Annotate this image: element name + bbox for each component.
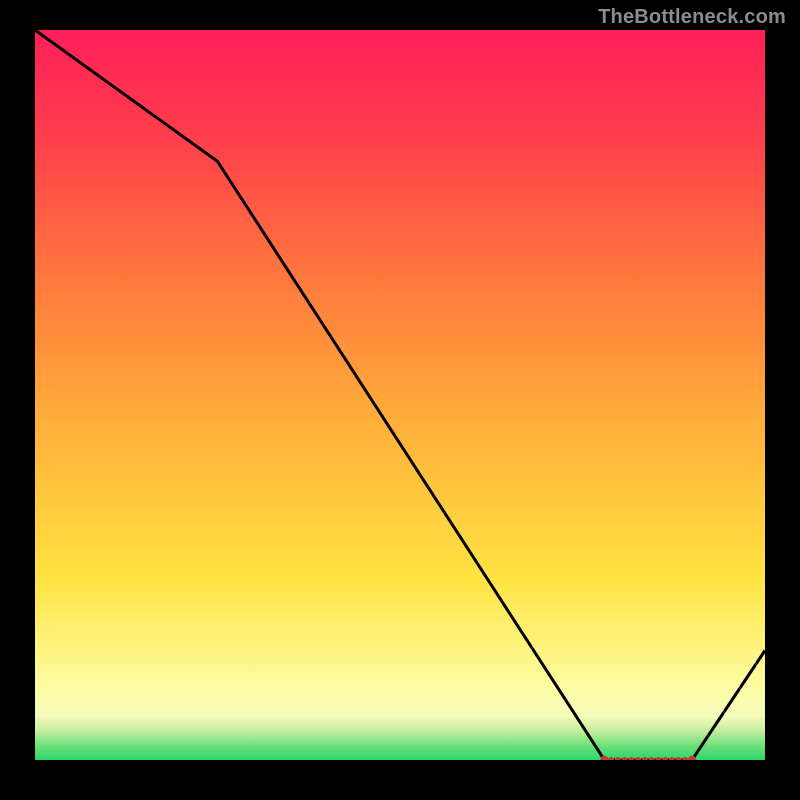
chart-frame [35, 30, 765, 760]
chart-svg [35, 30, 765, 760]
chart-background [35, 30, 765, 760]
chart-stage: TheBottleneck.com [0, 0, 800, 800]
attribution-label: TheBottleneck.com [598, 6, 786, 29]
